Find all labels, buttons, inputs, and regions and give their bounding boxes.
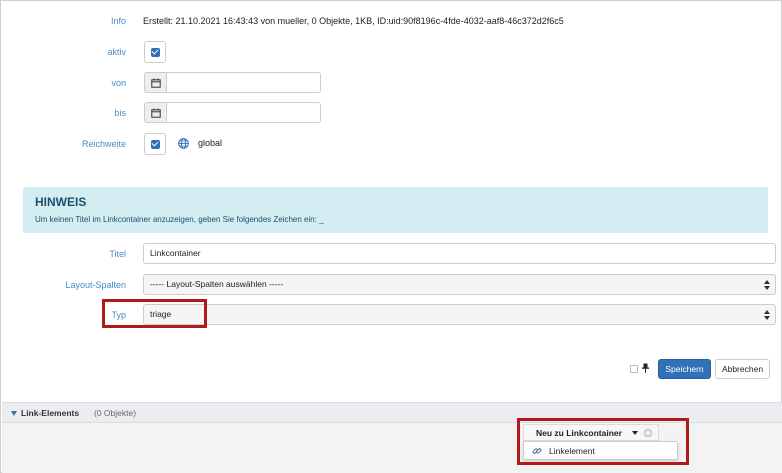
hint-title: HINWEIS (35, 195, 87, 209)
save-button[interactable]: Speichern (658, 359, 711, 379)
panel-title: Link-Elements (21, 408, 80, 418)
bis-input[interactable] (166, 102, 321, 123)
select-arrows-icon (764, 310, 770, 320)
cancel-button[interactable]: Abbrechen (715, 359, 770, 379)
info-label: Info (110, 16, 126, 26)
hint-box: HINWEIS Um keinen Titel im Linkcontainer… (23, 187, 768, 233)
aktiv-label: aktiv (107, 47, 126, 57)
titel-label: Titel (109, 249, 126, 259)
calendar-icon (151, 78, 161, 88)
layout-select-value: ----- Layout-Spalten auswählen ----- (150, 279, 284, 289)
reichweite-checkbox-wrap (144, 133, 166, 155)
typ-select[interactable]: triage (143, 304, 776, 325)
bis-label: bis (114, 108, 126, 118)
collapse-triangle-icon (11, 411, 17, 416)
panel-count: (0 Objekte) (94, 408, 137, 418)
info-value: Erstellt: 21.10.2021 16:43:43 von muelle… (143, 16, 564, 26)
titel-input[interactable]: Linkcontainer (143, 243, 776, 264)
form-frame: Info Erstellt: 21.10.2021 16:43:43 von m… (0, 0, 782, 473)
reichweite-label: Reichweite (81, 139, 126, 149)
von-date-group (144, 72, 321, 93)
bis-date-group (144, 102, 321, 123)
globe-icon (178, 138, 189, 149)
hint-text: Um keinen Titel im Linkcontainer anzuzei… (35, 215, 324, 224)
typ-highlight-box (102, 299, 207, 328)
layout-label: Layout-Spalten (65, 280, 126, 290)
layout-select[interactable]: ----- Layout-Spalten auswählen ----- (143, 274, 776, 295)
bis-calendar-button[interactable] (144, 102, 166, 123)
von-input[interactable] (166, 72, 321, 93)
dropdown-highlight-box (517, 418, 689, 465)
reichweite-value: global (198, 138, 223, 148)
pin-icon (642, 363, 649, 373)
select-arrows-icon (764, 280, 770, 290)
pin-checkbox[interactable] (630, 365, 638, 373)
calendar-icon (151, 108, 161, 118)
von-calendar-button[interactable] (144, 72, 166, 93)
aktiv-checkbox-wrap (144, 41, 166, 63)
aktiv-checkbox[interactable] (151, 48, 160, 57)
reichweite-checkbox[interactable] (151, 140, 160, 149)
von-label: von (111, 78, 126, 88)
